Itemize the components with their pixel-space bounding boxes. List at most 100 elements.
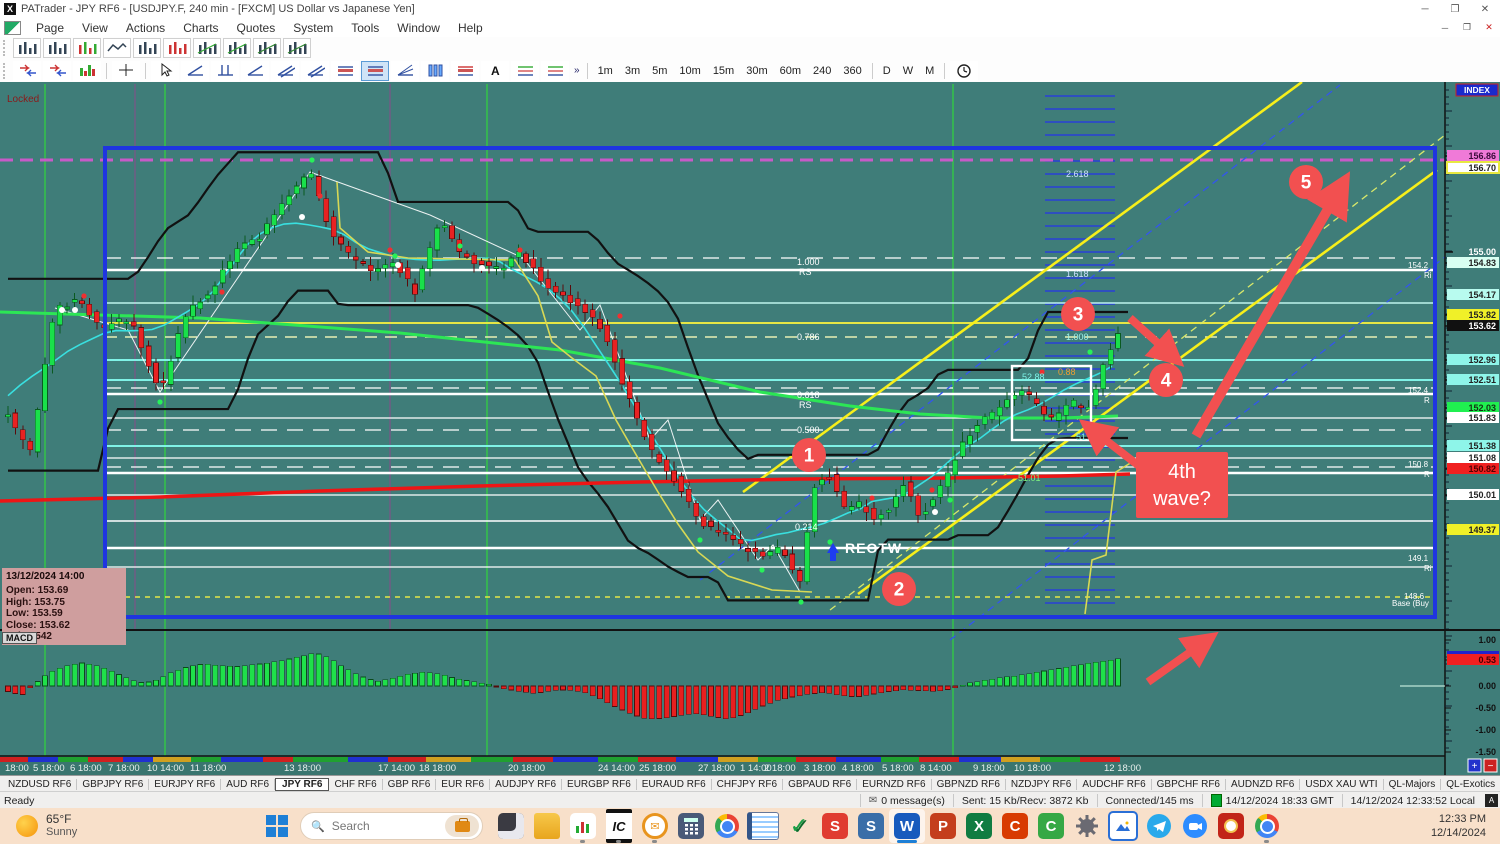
zoom-icon[interactable]: [1177, 809, 1213, 843]
telegram-icon[interactable]: [1141, 809, 1177, 843]
period-M[interactable]: M: [919, 65, 940, 77]
maximize-button[interactable]: ❐: [1440, 1, 1470, 17]
checkmark-app-icon[interactable]: ✓: [781, 809, 817, 843]
histogram-icon[interactable]: [73, 61, 101, 81]
camtasia-green-icon[interactable]: C: [1033, 809, 1069, 843]
channel-tool[interactable]: [271, 61, 299, 81]
bars-tool[interactable]: [421, 61, 449, 81]
settings-gear-icon[interactable]: [1069, 809, 1105, 843]
period-D[interactable]: D: [877, 65, 897, 77]
bar-chart-2-icon[interactable]: [43, 38, 71, 58]
weather-widget[interactable]: 65°FSunny: [16, 813, 136, 839]
gann-grid-tool[interactable]: [511, 61, 539, 81]
candle-trend-icon[interactable]: [193, 38, 221, 58]
tab-jpy-rf6[interactable]: JPY RF6: [275, 778, 329, 791]
timeframe-30m[interactable]: 30m: [740, 65, 773, 77]
menu-system[interactable]: System: [284, 21, 342, 35]
menu-window[interactable]: Window: [388, 21, 449, 35]
bar-flag-icon[interactable]: [133, 38, 161, 58]
clock-icon[interactable]: [950, 61, 978, 81]
timeframe-360[interactable]: 360: [837, 65, 867, 77]
menu-tools[interactable]: Tools: [342, 21, 388, 35]
channel-2-tool[interactable]: [301, 61, 329, 81]
close-button[interactable]: ✕: [1470, 1, 1500, 17]
tab-ql-majors[interactable]: QL-Majors: [1384, 779, 1442, 790]
timeframe-3m[interactable]: 3m: [619, 65, 646, 77]
menu-actions[interactable]: Actions: [117, 21, 174, 35]
search-box[interactable]: 🔍Search: [300, 812, 483, 840]
camtasia-red-icon[interactable]: C: [997, 809, 1033, 843]
scatter-icon[interactable]: [163, 38, 191, 58]
chrome-icon[interactable]: [709, 809, 745, 843]
diagonal-tool[interactable]: [241, 61, 269, 81]
timeframe-5m[interactable]: 5m: [646, 65, 673, 77]
menu-charts[interactable]: Charts: [174, 21, 227, 35]
levels-icon[interactable]: [283, 38, 311, 58]
powerpoint-icon[interactable]: P: [925, 809, 961, 843]
notepad-icon[interactable]: [745, 809, 781, 843]
tab-gbpnzd-rf6[interactable]: GBPNZD RF6: [932, 779, 1006, 790]
fib-extension-tool[interactable]: [361, 61, 389, 81]
tab-audjpy-rf6[interactable]: AUDJPY RF6: [490, 779, 562, 790]
start-button[interactable]: [266, 815, 288, 837]
menu-page[interactable]: Page: [27, 21, 73, 35]
snipping-tool-icon[interactable]: [1105, 809, 1141, 843]
mdi-restore-button[interactable]: ❐: [1456, 21, 1478, 35]
crosshair-icon[interactable]: [112, 61, 140, 81]
bar-chart-icon[interactable]: [13, 38, 41, 58]
period-W[interactable]: W: [897, 65, 919, 77]
tab-ql-exotics[interactable]: QL-Exotics: [1441, 779, 1500, 790]
taskbar-clock[interactable]: 12:33 PM12/14/2024: [1431, 812, 1486, 840]
ic-markets-icon[interactable]: IC: [601, 809, 637, 843]
menu-help[interactable]: Help: [449, 21, 492, 35]
more-tools-chevron[interactable]: »: [570, 65, 583, 76]
tab-audchf-rf6[interactable]: AUDCHF RF6: [1077, 779, 1151, 790]
tab-usdx-xau-wti[interactable]: USDX XAU WTI: [1300, 779, 1383, 790]
tab-nzdusd-rf6[interactable]: NZDUSD RF6: [3, 779, 77, 790]
colored-bars-icon[interactable]: [73, 38, 101, 58]
dense-bars-icon[interactable]: [253, 38, 281, 58]
tab-eur-rf6[interactable]: EUR RF6: [436, 779, 490, 790]
s-red-app-icon[interactable]: S: [817, 809, 853, 843]
tab-chf-rf6[interactable]: CHF RF6: [329, 779, 382, 790]
minimize-button[interactable]: ─: [1410, 1, 1440, 17]
tab-gbpaud-rf6[interactable]: GBPAUD RF6: [783, 779, 857, 790]
compare-arrows-icon[interactable]: [43, 61, 71, 81]
fib-retracement-tool[interactable]: [331, 61, 359, 81]
line-chart-icon[interactable]: [103, 38, 131, 58]
calculator-icon[interactable]: [673, 809, 709, 843]
trendline-tool[interactable]: [181, 61, 209, 81]
tab-nzdjpy-rf6[interactable]: NZDJPY RF6: [1006, 779, 1077, 790]
menu-quotes[interactable]: Quotes: [228, 21, 285, 35]
tab-gbpjpy-rf6[interactable]: GBPJPY RF6: [77, 779, 149, 790]
tab-gbpchf-rf6[interactable]: GBPCHF RF6: [1152, 779, 1226, 790]
fan-tool[interactable]: [391, 61, 419, 81]
tab-eurgbp-rf6[interactable]: EURGBP RF6: [562, 779, 637, 790]
fib-red-tool[interactable]: [451, 61, 479, 81]
tab-euraud-rf6[interactable]: EURAUD RF6: [637, 779, 712, 790]
vertical-lines-tool[interactable]: [211, 61, 239, 81]
timeframe-240[interactable]: 240: [807, 65, 837, 77]
mail-app-icon[interactable]: ✉: [637, 809, 673, 843]
mdi-minimize-button[interactable]: ─: [1434, 21, 1456, 35]
timeframe-60m[interactable]: 60m: [774, 65, 807, 77]
tab-gbp-rf6[interactable]: GBP RF6: [383, 779, 437, 790]
file-explorer-icon[interactable]: [529, 809, 565, 843]
pointer-icon[interactable]: [151, 61, 179, 81]
text-tool[interactable]: A: [481, 61, 509, 81]
tab-audnzd-rf6[interactable]: AUDNZD RF6: [1226, 779, 1300, 790]
candle-trend-2-icon[interactable]: [223, 38, 251, 58]
tab-eurjpy-rf6[interactable]: EURJPY RF6: [149, 779, 221, 790]
timeframe-10m[interactable]: 10m: [673, 65, 706, 77]
chrome-2-icon[interactable]: [1249, 809, 1285, 843]
mdi-close-button[interactable]: ✕: [1478, 21, 1500, 35]
tab-aud-rf6[interactable]: AUD RF6: [221, 779, 275, 790]
chart-canvas[interactable]: 1.000RS0.7860.618RS0.5000.2142.6181.6181…: [0, 82, 1500, 775]
timeframe-1m[interactable]: 1m: [592, 65, 619, 77]
recorder-icon[interactable]: [1213, 809, 1249, 843]
link-arrows-icon[interactable]: [13, 61, 41, 81]
s-blue-app-icon[interactable]: S: [853, 809, 889, 843]
gann-grid-2-tool[interactable]: [541, 61, 569, 81]
excel-icon[interactable]: X: [961, 809, 997, 843]
timeframe-15m[interactable]: 15m: [707, 65, 740, 77]
